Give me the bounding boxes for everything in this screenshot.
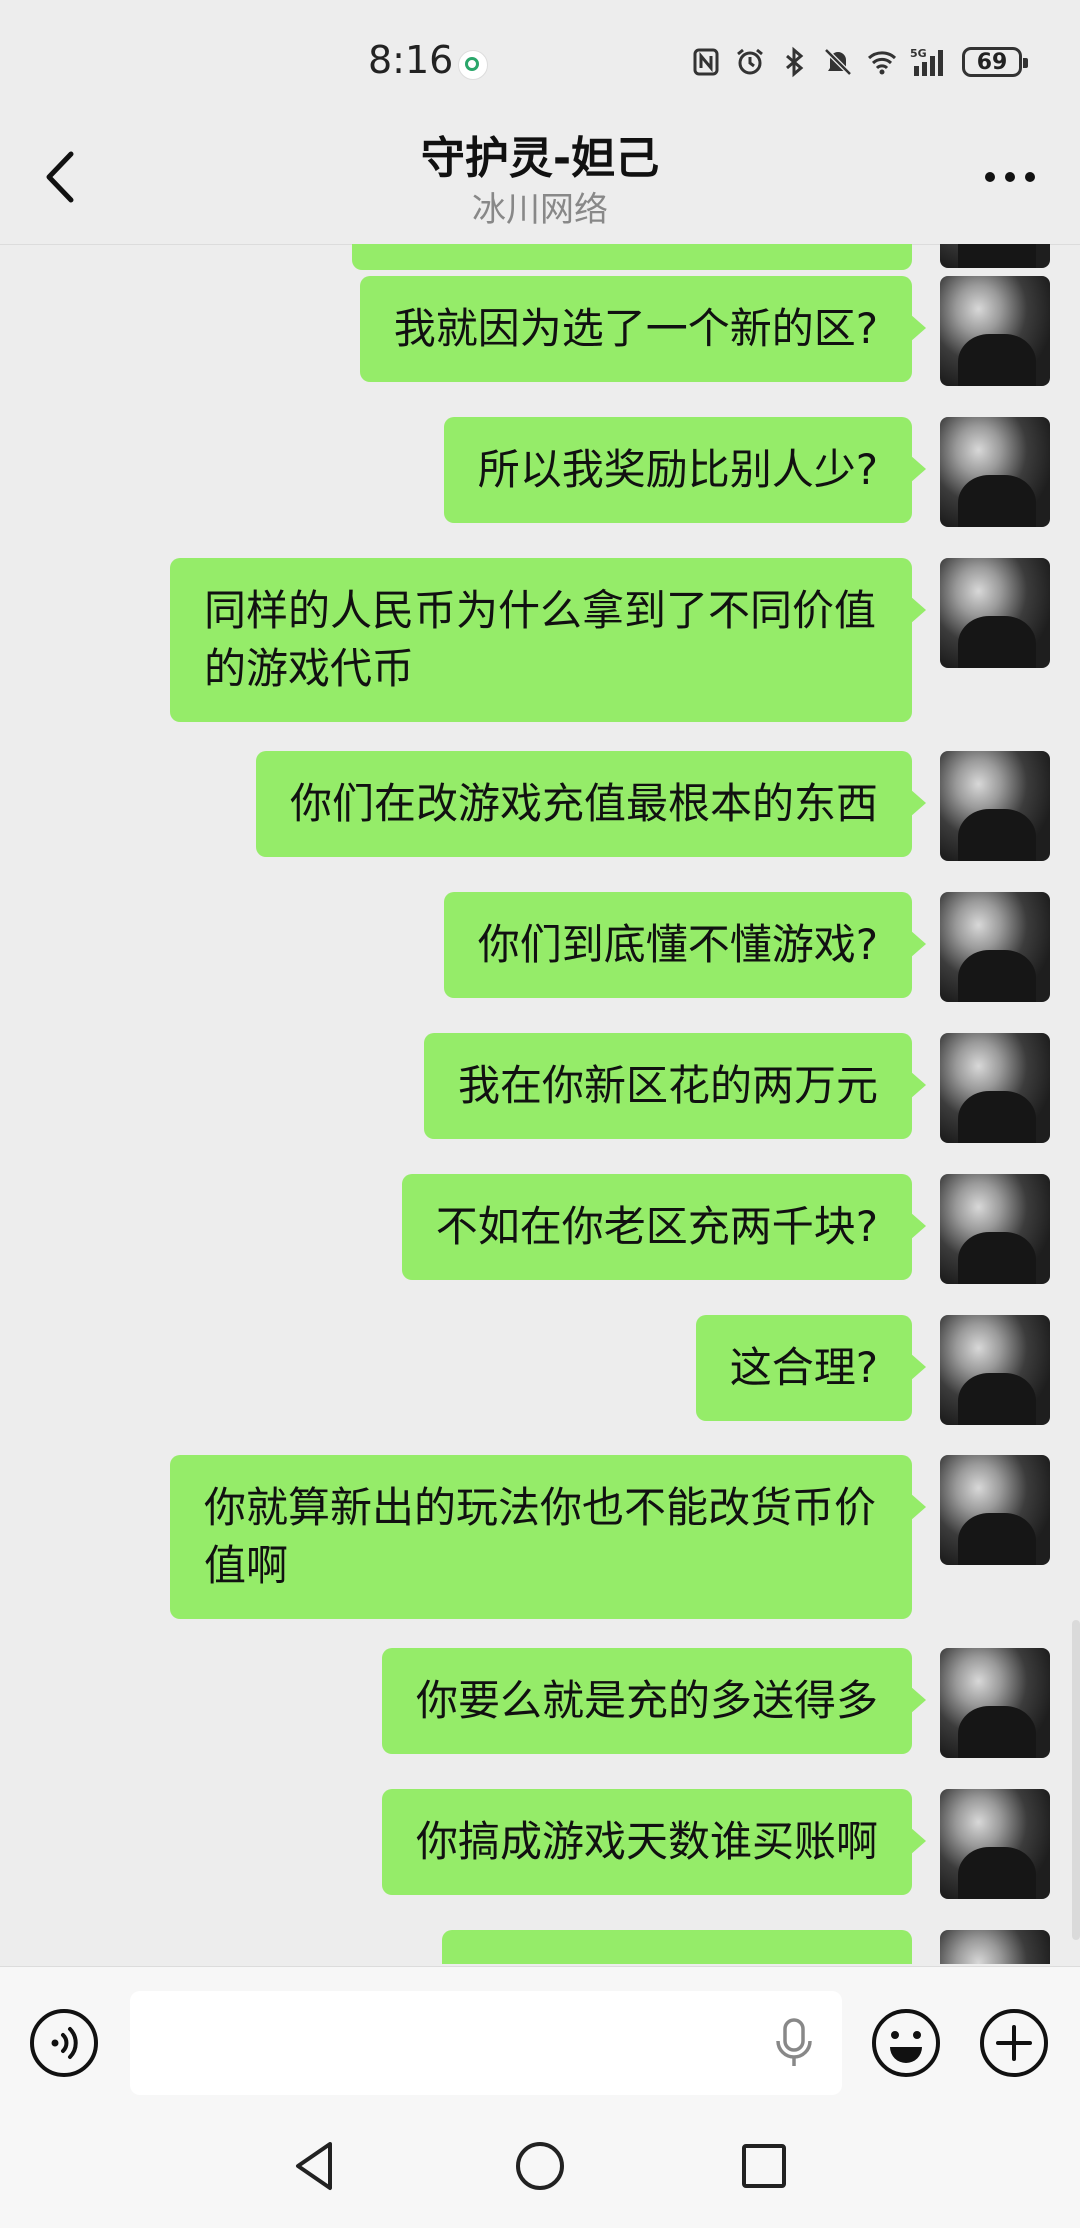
avatar[interactable]	[940, 558, 1050, 668]
message-bubble[interactable]: 你就算新出的玩法你也不能改货币价值啊	[170, 1455, 926, 1619]
message-bubble[interactable]: 这合理?	[695, 1315, 927, 1421]
avatar[interactable]	[940, 1648, 1050, 1758]
message-bubble[interactable]: 你要么就是充的多送得多	[381, 1648, 927, 1754]
message-row: 我在你新区花的两万元	[423, 1033, 1050, 1143]
voice-icon	[30, 2009, 98, 2077]
voice-toggle-button[interactable]	[28, 2007, 100, 2079]
signal-icon: 5G	[910, 47, 943, 76]
message-bubble-partial[interactable]	[352, 244, 912, 270]
avatar[interactable]	[940, 1033, 1050, 1143]
message-input[interactable]	[130, 1991, 842, 2095]
nav-back-button[interactable]	[286, 2136, 346, 2196]
message-list[interactable]: 我就因为选了一个新的区? 所以我奖励比别人少? 同样的人民币为什么拿到了不同价值…	[0, 244, 1080, 1964]
carrier-icon	[458, 50, 488, 80]
message-row: 同样的人民币为什么拿到了不同价值的游戏代币	[170, 558, 1050, 722]
chat-title: 守护灵-妲己	[420, 133, 660, 184]
message-row: 我就因为选了一个新的区?	[359, 276, 1050, 386]
status-bar: 8:16 5G 69	[0, 0, 1080, 112]
scrollbar[interactable]	[1072, 1620, 1080, 1940]
message-row: 不如在你老区充两千块?	[401, 1174, 1050, 1284]
alarm-icon	[737, 48, 763, 75]
battery-level: 69	[976, 49, 1008, 75]
message-bubble[interactable]: 我在你新区花的两万元	[423, 1033, 927, 1139]
message-row: 这合理?	[695, 1315, 1050, 1425]
avatar[interactable]	[940, 1174, 1050, 1284]
message-row	[352, 244, 1050, 270]
message-bubble[interactable]: 你搞成游戏天数谁买账啊	[381, 1789, 927, 1895]
wifi-icon	[867, 51, 897, 75]
message-row: 你搞成游戏天数谁买账啊	[381, 1789, 1050, 1899]
microphone-icon[interactable]	[772, 2017, 816, 2069]
avatar[interactable]	[940, 244, 1050, 268]
triangle-back-icon	[296, 2142, 332, 2190]
more-dots-icon	[985, 172, 1035, 182]
message-row	[442, 1930, 1050, 1964]
smiley-icon	[872, 2009, 940, 2077]
status-time: 8:16	[368, 38, 454, 82]
message-bubble[interactable]: 你们在改游戏充值最根本的东西	[255, 751, 927, 857]
avatar[interactable]	[940, 1315, 1050, 1425]
more-options-button[interactable]	[970, 142, 1050, 212]
chat-subtitle: 冰川网络	[472, 190, 608, 230]
emoji-button[interactable]	[870, 2007, 942, 2079]
message-bubble[interactable]: 同样的人民币为什么拿到了不同价值的游戏代币	[170, 558, 926, 722]
square-recents-icon	[742, 2144, 786, 2188]
message-bubble[interactable]: 所以我奖励比别人少?	[443, 417, 927, 523]
message-row: 你们在改游戏充值最根本的东西	[255, 751, 1050, 861]
battery-icon: 69	[962, 47, 1028, 77]
chat-screen: 8:16 5G 69 守护灵-妲己 冰川网络 我就因为选了一个新的区? 所以我奖…	[0, 0, 1080, 2228]
input-bar	[0, 1966, 1080, 2107]
system-nav-bar	[0, 2106, 1080, 2228]
message-bubble-partial[interactable]	[442, 1930, 912, 1964]
nav-home-button[interactable]	[510, 2136, 570, 2196]
avatar[interactable]	[940, 751, 1050, 861]
bluetooth-icon	[786, 46, 804, 78]
message-row: 所以我奖励比别人少?	[443, 417, 1050, 527]
message-row: 你们到底懂不懂游戏?	[443, 892, 1050, 1002]
avatar[interactable]	[940, 1930, 1050, 1964]
plus-icon	[980, 2009, 1048, 2077]
avatar[interactable]	[940, 276, 1050, 386]
nav-recents-button[interactable]	[734, 2136, 794, 2196]
message-row: 你要么就是充的多送得多	[381, 1648, 1050, 1758]
status-icons: 5G 69	[690, 40, 1028, 84]
message-bubble[interactable]: 我就因为选了一个新的区?	[359, 276, 927, 382]
message-bubble[interactable]: 你们到底懂不懂游戏?	[443, 892, 927, 998]
message-bubble[interactable]: 不如在你老区充两千块?	[401, 1174, 927, 1280]
avatar[interactable]	[940, 1455, 1050, 1565]
avatar[interactable]	[940, 417, 1050, 527]
avatar[interactable]	[940, 1789, 1050, 1899]
more-functions-button[interactable]	[978, 2007, 1050, 2079]
svg-text:5G: 5G	[910, 47, 927, 60]
mute-bell-icon	[824, 48, 852, 76]
avatar[interactable]	[940, 892, 1050, 1002]
circle-home-icon	[516, 2142, 564, 2190]
chat-header: 守护灵-妲己 冰川网络	[0, 112, 1080, 245]
message-row: 你就算新出的玩法你也不能改货币价值啊	[170, 1455, 1050, 1619]
nfc-icon	[693, 48, 719, 76]
